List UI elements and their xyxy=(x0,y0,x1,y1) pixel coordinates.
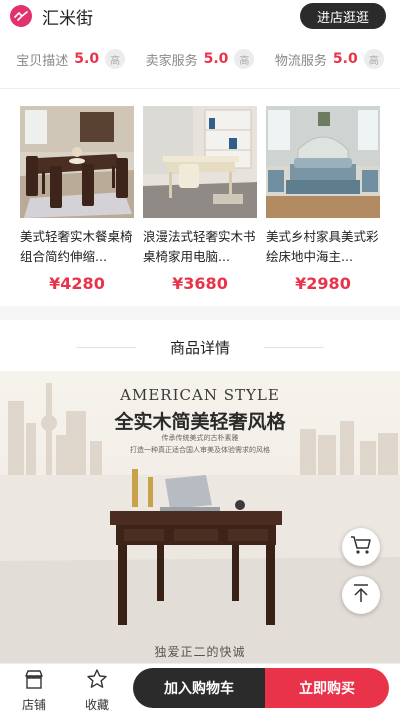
product-card[interactable]: 美式轻奢实木餐桌椅组合简约伸缩... ¥4280 xyxy=(20,106,134,293)
rating-service: 卖家服务 5.0 高 xyxy=(146,49,255,69)
banner-cn-title: 全实木简美轻奢风格 xyxy=(114,411,286,433)
divider xyxy=(264,346,324,348)
detail-banner: AMERICAN STYLE 全实木简美轻奢风格 传承传统美式的古朴素雅 打造一… xyxy=(0,371,400,663)
rating-score: 5.0 xyxy=(74,51,100,67)
divider xyxy=(75,346,136,348)
rating-logistics: 物流服务 5.0 高 xyxy=(275,49,384,69)
rating-score: 5.0 xyxy=(332,51,358,67)
arrow-up-icon xyxy=(352,583,370,607)
cart-icon xyxy=(350,535,372,559)
enter-shop-button[interactable]: 进店逛逛 xyxy=(300,3,386,29)
rating-label: 宝贝描述 xyxy=(16,53,69,69)
rating-badge: 高 xyxy=(363,49,384,69)
product-price: ¥4280 xyxy=(49,274,105,293)
rating-description: 宝贝描述 5.0 高 xyxy=(16,49,126,69)
add-to-cart-button[interactable]: 加入购物车 xyxy=(133,668,265,708)
rating-badge: 高 xyxy=(105,49,126,69)
detail-title: 商品详情 xyxy=(169,338,230,357)
section-gap xyxy=(0,306,400,320)
product-image-dining-set[interactable] xyxy=(20,106,134,218)
shop-tab-label: 店铺 xyxy=(21,698,46,711)
shop-tab[interactable]: 店铺 xyxy=(9,668,59,711)
rating-badge: 高 xyxy=(234,49,255,69)
product-title: 美式轻奢实木餐桌椅组合简约伸缩... xyxy=(20,229,133,264)
product-card[interactable]: 浪漫法式轻奢实木书桌椅家用电脑... ¥3680 xyxy=(143,106,257,293)
banner-subtitle: 传承传统美式的古朴素雅 xyxy=(161,434,239,442)
product-image-bed[interactable] xyxy=(266,106,380,218)
shop-logo-icon[interactable] xyxy=(10,5,32,27)
shop-ratings: 宝贝描述 5.0 高 卖家服务 5.0 高 物流服务 5.0 高 xyxy=(0,44,400,74)
bottom-action-bar: 店铺 收藏 加入购物车 立即购买 xyxy=(0,663,400,711)
banner-footer-text: 独爱正二的快诚 xyxy=(154,645,246,659)
rating-label: 卖家服务 xyxy=(145,53,198,69)
banner-subtitle: 打造一种真正适合国人审美及体验需求的风格 xyxy=(130,446,270,454)
store-icon xyxy=(23,668,45,694)
shop-header: 汇米街 进店逛逛 xyxy=(0,0,400,32)
product-image-desk[interactable] xyxy=(143,106,257,218)
product-price: ¥3680 xyxy=(172,274,228,293)
product-card[interactable]: 美式乡村家具美式彩绘床地中海主... ¥2980 xyxy=(266,106,380,293)
product-title: 浪漫法式轻奢实木书桌椅家用电脑... xyxy=(143,229,256,264)
rating-label: 物流服务 xyxy=(274,53,327,69)
float-cart-button[interactable] xyxy=(342,528,380,566)
back-to-top-button[interactable] xyxy=(342,576,380,614)
divider xyxy=(0,88,400,89)
shop-name[interactable]: 汇米街 xyxy=(42,4,93,29)
favorite-tab[interactable]: 收藏 xyxy=(72,668,122,711)
banner-en-title: AMERICAN STYLE xyxy=(120,386,280,404)
product-title: 美式乡村家具美式彩绘床地中海主... xyxy=(266,229,379,264)
rating-score: 5.0 xyxy=(203,51,229,67)
detail-header: 商品详情 xyxy=(0,332,400,362)
favorite-tab-label: 收藏 xyxy=(84,698,109,711)
buy-now-button[interactable]: 立即购买 xyxy=(265,668,389,708)
star-icon xyxy=(86,668,108,694)
product-price: ¥2980 xyxy=(295,274,351,293)
product-list: 美式轻奢实木餐桌椅组合简约伸缩... ¥4280 浪漫法式轻奢实木书桌椅家用电脑… xyxy=(0,106,400,293)
